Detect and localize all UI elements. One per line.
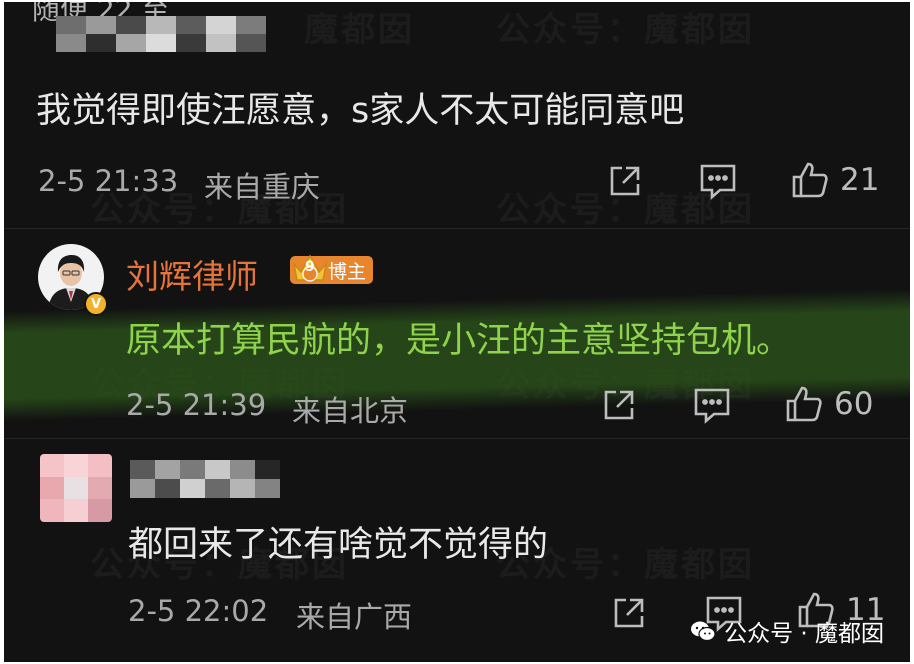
comment-time: 2-5 22:02: [128, 594, 269, 628]
comment-item: 随便 22 至 我觉得即使汪愿意，s家人不太可能同意吧 2-5 21:33 来自…: [4, 2, 910, 230]
comment-time: 2-5 21:33: [38, 164, 179, 198]
share-icon: [610, 166, 640, 196]
comment-icon: [700, 164, 736, 200]
comment-item: V 刘辉律师 9 博主 原本打算民航的，是小汪的主意坚持包机。 2-5 21:3…: [4, 230, 910, 440]
comment-location: 来自广西: [296, 600, 413, 634]
reply-button[interactable]: [698, 162, 738, 200]
comment-text: 原本打算民航的，是小汪的主意坚持包机。: [126, 321, 792, 361]
share-button[interactable]: [606, 162, 644, 200]
wechat-icon: [691, 621, 716, 642]
pixelated-avatar[interactable]: [40, 454, 112, 522]
pixelated-username: [56, 16, 266, 52]
comment-location: 来自北京: [292, 394, 409, 428]
like-count: 21: [840, 162, 880, 198]
badge-label: 博主: [328, 260, 367, 283]
verified-badge-icon: V: [84, 292, 108, 316]
badge-level: 9: [305, 259, 315, 275]
comment-time: 2-5 21:39: [126, 388, 267, 422]
like-button[interactable]: 21: [790, 160, 879, 200]
comment-icon: [694, 388, 730, 424]
share-button[interactable]: [610, 594, 648, 632]
share-icon: [604, 390, 634, 420]
comment-feed: 魔都囡 公众号：魔都囡 公众号：魔都囡 公众号：魔都囡 公众号：魔都囡 公众号：…: [4, 2, 910, 662]
thumbs-up-icon: [786, 386, 822, 422]
share-button[interactable]: [600, 386, 638, 424]
account-watermark: 公众号 · 魔都囡: [690, 614, 884, 648]
comment-text: 都回来了还有啥觉不觉得的: [128, 525, 549, 565]
comment-location: 来自重庆: [204, 170, 321, 204]
like-count: 60: [834, 386, 874, 422]
reply-button[interactable]: [692, 386, 732, 424]
comment-text: 我觉得即使汪愿意，s家人不太可能同意吧: [36, 91, 685, 131]
share-icon: [614, 598, 644, 628]
username[interactable]: 刘辉律师: [126, 250, 258, 298]
pixelated-username: [130, 460, 280, 498]
blogger-badge: 9 博主: [290, 254, 374, 284]
like-button[interactable]: 60: [784, 384, 873, 424]
thumbs-up-icon: [792, 162, 828, 198]
account-name: 公众号 · 魔都囡: [724, 621, 884, 647]
